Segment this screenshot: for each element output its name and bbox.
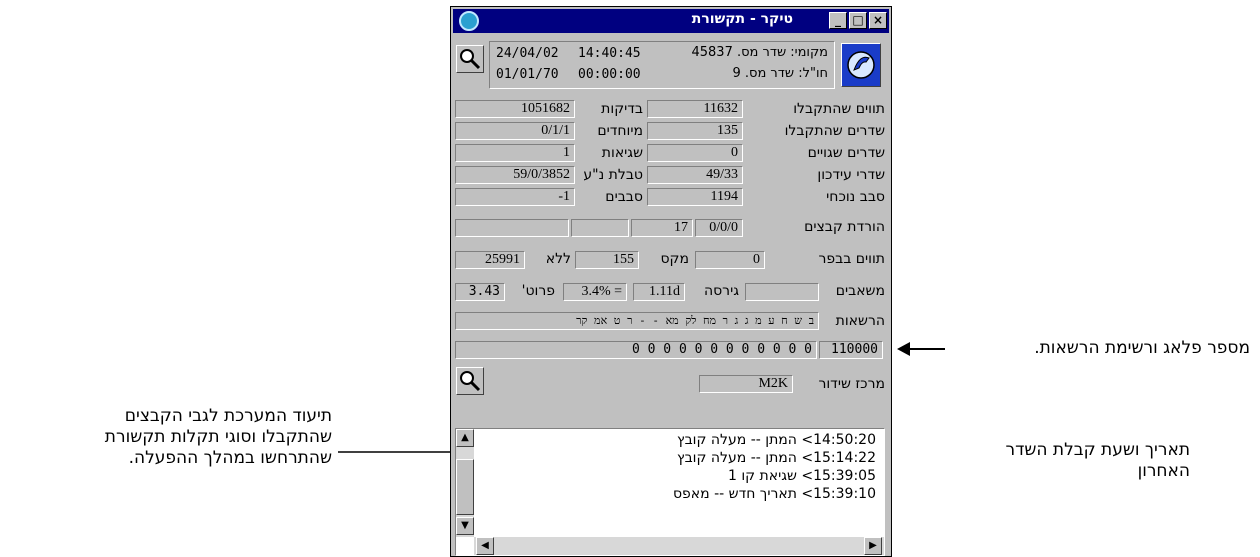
log-line: 15:14:22> המתן -- מעלה קובץ bbox=[677, 450, 876, 466]
zoom-button-top[interactable] bbox=[456, 45, 484, 73]
received-msgs-label: שדרים שהתקבלו bbox=[784, 123, 885, 139]
resources-label: משאבים bbox=[835, 283, 885, 299]
remote-date: 01/01/70 bbox=[496, 67, 559, 82]
buffer-label: תווים בבפר bbox=[818, 251, 885, 267]
current-cause-value: 1194 bbox=[647, 188, 743, 206]
log-list[interactable]: ▲ ▼ ◀ ▶ 14:50:20> המתן -- מעלה קובץ 15:1… bbox=[455, 428, 885, 556]
close-button[interactable]: × bbox=[869, 12, 887, 29]
bad-msgs-value: 0 bbox=[647, 144, 743, 162]
permissions-letters: ב ש ח ע מ ג ג ר מח לק מא - - ר ט אמ קר bbox=[455, 312, 819, 330]
causes-label: סבבים bbox=[605, 189, 643, 205]
update-msgs-label: שדרי עידכון bbox=[817, 167, 885, 183]
center-value: M2K bbox=[699, 375, 793, 393]
download-value2: 17 bbox=[631, 219, 693, 237]
received-msgs-value: 135 bbox=[647, 122, 743, 140]
version-value: 1.11d bbox=[633, 283, 685, 301]
zoom-button-bottom[interactable] bbox=[456, 367, 484, 395]
remote-line: חו"ל: שדר מס. 9 bbox=[732, 66, 828, 81]
checks-label: בדיקות bbox=[601, 101, 643, 117]
scroll-right-button[interactable]: ▶ bbox=[864, 537, 882, 555]
download-value4 bbox=[455, 219, 569, 237]
detail-value: 3.43 bbox=[455, 283, 505, 301]
download-label: הורדת קבצים bbox=[804, 219, 885, 235]
center-label: מרכז שידור bbox=[818, 376, 885, 392]
current-cause-label: סבב נוכחי bbox=[826, 189, 885, 205]
phone-button[interactable] bbox=[841, 43, 881, 87]
scroll-thumb[interactable] bbox=[456, 459, 474, 515]
local-line: מקומי: שדר מס. 45837 bbox=[691, 45, 828, 60]
magnifier-icon bbox=[460, 371, 481, 392]
minimize-button[interactable]: _ bbox=[829, 12, 847, 29]
without-value: 25991 bbox=[455, 251, 525, 269]
version-label: גירסה bbox=[703, 283, 739, 299]
max-label: מקס bbox=[660, 251, 689, 267]
local-time: 14:40:45 bbox=[578, 46, 641, 61]
download-value1: 0/0/0 bbox=[695, 219, 743, 237]
title-bar: טיקר - תקשורת _ □ × bbox=[453, 9, 889, 33]
special-value: 0/1/1 bbox=[455, 122, 575, 140]
resources-value bbox=[745, 283, 819, 301]
flag-value: 110000 bbox=[819, 341, 883, 359]
phone-icon bbox=[847, 51, 875, 79]
scroll-up-button[interactable]: ▲ bbox=[456, 429, 474, 447]
eq-value: 3.4% = bbox=[563, 283, 627, 301]
received-chars-label: תווים שהתקבלו bbox=[793, 101, 885, 117]
scroll-left-button[interactable]: ◀ bbox=[476, 537, 494, 555]
ticker-app-icon bbox=[459, 11, 479, 31]
magnifier-icon bbox=[460, 49, 481, 70]
log-line: 14:50:20> המתן -- מעלה קובץ bbox=[677, 432, 876, 448]
received-chars-value: 11632 bbox=[647, 100, 743, 118]
max-value: 155 bbox=[575, 251, 639, 269]
buffer-value: 0 bbox=[695, 251, 765, 269]
scrollbar-horizontal[interactable]: ◀ ▶ bbox=[474, 537, 884, 555]
maximize-button[interactable]: □ bbox=[849, 12, 867, 29]
permissions-bits: 0 0 0 0 0 0 0 0 0 0 0 0 bbox=[455, 341, 817, 359]
permissions-label: הרשאות bbox=[835, 313, 885, 329]
detail-label: פרוט' bbox=[521, 283, 555, 299]
log-line: 15:39:10> תאריך חדש -- מאפס bbox=[672, 486, 876, 502]
local-date: 24/04/02 bbox=[496, 46, 559, 61]
download-value3 bbox=[571, 219, 629, 237]
scrollbar-vertical[interactable]: ▲ ▼ bbox=[456, 429, 474, 537]
log-line: 15:39:05> שגיאת קו 1 bbox=[727, 468, 876, 484]
status-header: 24/04/02 14:40:45 מקומי: שדר מס. 45837 0… bbox=[489, 41, 835, 89]
window-title: טיקר - תקשורת bbox=[691, 11, 793, 27]
errors-label: שגיאות bbox=[601, 145, 643, 161]
causes-value: -1 bbox=[455, 188, 575, 206]
scroll-down-button[interactable]: ▼ bbox=[456, 517, 474, 535]
remote-time: 00:00:00 bbox=[578, 67, 641, 82]
table-label: טבלת נ"ע bbox=[583, 167, 643, 183]
special-label: מיוחדים bbox=[597, 123, 643, 139]
errors-value: 1 bbox=[455, 144, 575, 162]
checks-value: 1051682 bbox=[455, 100, 575, 118]
update-msgs-value: 49/33 bbox=[647, 166, 743, 184]
bad-msgs-label: שדרים שגויים bbox=[807, 145, 885, 161]
table-value: 59/0/3852 bbox=[455, 166, 575, 184]
without-label: ללא bbox=[545, 251, 571, 267]
ticker-window: טיקר - תקשורת _ □ × 24/04/02 14:40:45 מק… bbox=[450, 6, 892, 557]
